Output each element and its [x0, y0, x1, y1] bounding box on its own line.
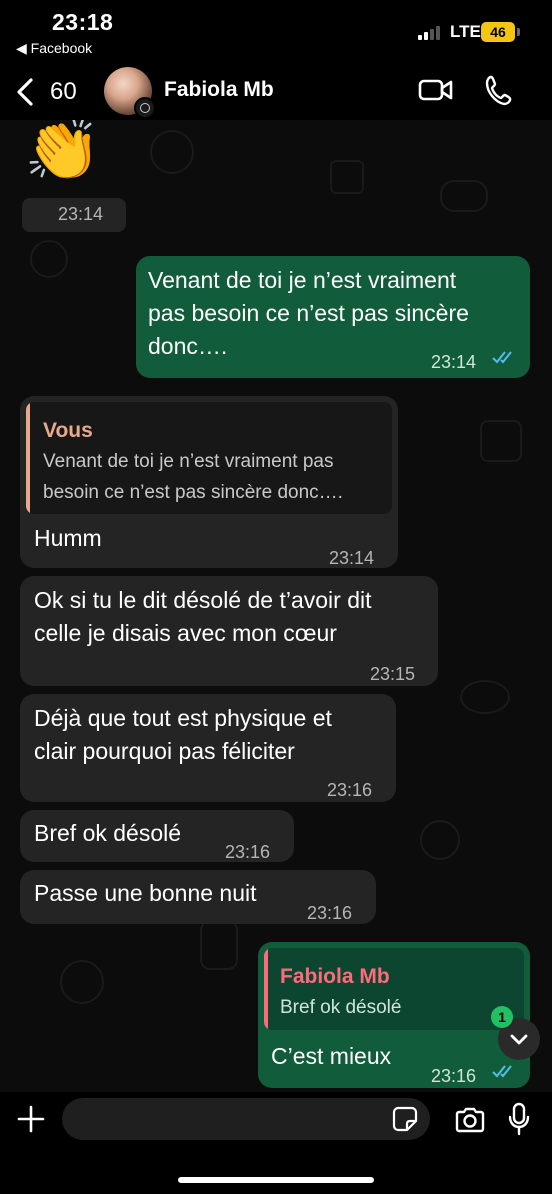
incoming-message[interactable]: Déjà que tout est physique et clair pour… [20, 694, 396, 802]
wallpaper-doodle [60, 960, 104, 1004]
status-time: 23:18 [52, 9, 114, 35]
video-call-icon[interactable] [418, 76, 454, 104]
incoming-message[interactable]: Ok si tu le dit désolé de t’avoir dit ce… [20, 576, 438, 686]
status-bar: 23:18 ◀ Facebook LTE 46 [0, 0, 552, 64]
quote-line: besoin ce n’est pas sincère donc…. [43, 482, 343, 503]
clapping-hands-emoji: 👏 [24, 120, 102, 184]
message-composer [0, 1092, 552, 1194]
wallpaper-doodle [200, 920, 238, 970]
home-indicator [178, 1177, 374, 1183]
chevron-left-icon [17, 78, 33, 106]
message-line: Ok si tu le dit désolé de t’avoir dit [34, 587, 372, 613]
quote-line: Bref ok désolé [280, 997, 402, 1018]
message-time: 23:16 [307, 903, 353, 923]
quote-author: Vous [43, 419, 93, 442]
message-time-badge: 23:14 [22, 198, 126, 232]
chat-header: 60 Fabiola Mb [0, 64, 552, 120]
quote-accent-bar [264, 948, 268, 1030]
back-to-facebook-link[interactable]: ◀ Facebook [16, 40, 92, 57]
message-line: Déjà que tout est physique et [34, 705, 332, 731]
message-time: 23:14 [58, 204, 104, 224]
unread-count: 60 [50, 78, 77, 105]
incoming-message[interactable]: Vous Venant de toi je n’est vraiment pas… [20, 396, 398, 568]
status-ring-icon [134, 97, 156, 119]
message-line: celle je disais avec mon cœur [34, 620, 337, 646]
emoji-message[interactable]: 👏 23:14 [20, 120, 130, 232]
message-time: 23:16 [327, 780, 373, 800]
network-label: LTE [450, 22, 481, 41]
new-message-badge: 1 [491, 1006, 513, 1028]
outgoing-message[interactable]: Fabiola Mb Bref ok désolé C’est mieux 23… [258, 942, 530, 1088]
plus-icon[interactable] [16, 1104, 46, 1134]
wallpaper-doodle [420, 820, 460, 860]
battery-icon: 46 [481, 22, 515, 42]
message-time: 23:16 [225, 842, 271, 862]
wallpaper-doodle [440, 180, 488, 212]
quoted-message[interactable]: Fabiola Mb Bref ok désolé [264, 948, 524, 1030]
message-time: 23:14 [431, 352, 477, 372]
message-time: 23:14 [329, 548, 375, 568]
message-input[interactable] [62, 1098, 430, 1140]
phone-icon[interactable] [484, 74, 512, 106]
wallpaper-doodle [30, 240, 68, 278]
message-list[interactable]: 👏 23:14 Venant de toi je n’est vraiment … [0, 120, 552, 1092]
signal-icon [418, 24, 444, 40]
message-text: Bref ok désolé [34, 820, 182, 846]
message-time: 23:16 [431, 1066, 477, 1086]
message-text: Passe une bonne nuit [34, 880, 257, 906]
message-line: pas besoin ce n’est pas sincère [148, 300, 469, 326]
message-time: 23:15 [370, 664, 416, 684]
message-line: donc…. [148, 333, 228, 359]
quote-accent-bar [26, 402, 30, 514]
read-receipt-icon [492, 1065, 512, 1078]
message-line: clair pourquoi pas féliciter [34, 738, 295, 764]
sticker-icon[interactable] [392, 1106, 418, 1132]
message-text: Humm [34, 525, 102, 551]
incoming-message[interactable]: Passe une bonne nuit 23:16 [20, 870, 376, 924]
message-line: Venant de toi je n’est vraiment [148, 267, 457, 293]
wallpaper-doodle [330, 160, 364, 194]
quote-line: Venant de toi je n’est vraiment pas [43, 451, 334, 472]
quoted-message[interactable]: Vous Venant de toi je n’est vraiment pas… [26, 402, 392, 514]
incoming-message[interactable]: Bref ok désolé 23:16 [20, 810, 294, 862]
wallpaper-doodle [460, 680, 510, 714]
microphone-icon[interactable] [508, 1102, 530, 1136]
read-receipt-icon [492, 351, 512, 364]
outgoing-message[interactable]: Venant de toi je n’est vraiment pas beso… [136, 256, 530, 378]
battery-tip [517, 28, 520, 36]
back-button[interactable]: 60 [14, 72, 94, 112]
wallpaper-doodle [150, 130, 194, 174]
contact-name[interactable]: Fabiola Mb [164, 78, 274, 102]
camera-icon[interactable] [454, 1106, 486, 1134]
wallpaper-doodle [480, 420, 522, 462]
message-text: C’est mieux [271, 1043, 392, 1069]
quote-author: Fabiola Mb [280, 965, 390, 988]
